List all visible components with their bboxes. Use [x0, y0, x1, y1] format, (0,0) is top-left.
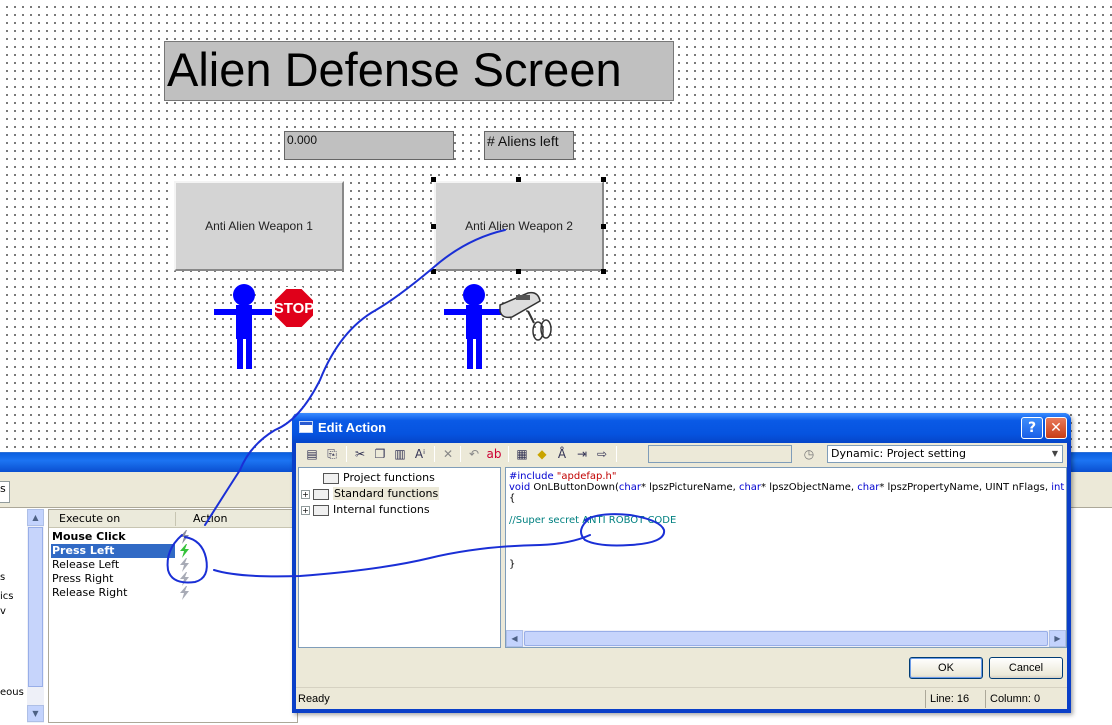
help-icon[interactable]: ?	[1021, 417, 1043, 439]
tag-icon[interactable]: ▦	[514, 446, 530, 462]
lightning-icon[interactable]	[177, 558, 193, 572]
graphics-canvas[interactable]: Alien Defense Screen 0.000 # Aliens left…	[0, 0, 1112, 452]
code-text[interactable]: #include "apdefap.h" void OnLButtonDown(…	[509, 471, 1066, 570]
tree-item[interactable]: s	[0, 572, 5, 583]
paste-icon[interactable]: ▥	[392, 446, 408, 462]
selection-handle[interactable]	[601, 177, 606, 182]
expand-icon[interactable]: +	[301, 489, 310, 499]
event-row-release-right[interactable]: Release Right	[51, 586, 175, 600]
scroll-right-icon[interactable]: ▶	[1049, 630, 1066, 647]
scroll-left-icon[interactable]: ◀	[506, 630, 523, 647]
goto-icon[interactable]: ⇥	[574, 446, 590, 462]
person-figure-1[interactable]: STOP	[212, 283, 322, 373]
function-tree[interactable]: Project functions + Standard functions + I…	[298, 467, 501, 648]
trigger-combo-value: Dynamic: Project setting	[831, 447, 966, 460]
horizontal-scrollbar[interactable]: ◀ ▶	[506, 630, 1066, 647]
column-execute-on[interactable]: Execute on	[59, 512, 120, 525]
folder-icon	[313, 504, 329, 516]
format-icon[interactable]: Aⁱ	[412, 446, 428, 462]
scroll-thumb[interactable]	[28, 527, 43, 687]
selection-handle[interactable]	[601, 224, 606, 229]
selection-handle[interactable]	[431, 269, 436, 274]
weapon1-button-label: Anti Alien Weapon 1	[205, 219, 313, 233]
cut-icon[interactable]: ✂	[352, 446, 368, 462]
close-icon[interactable]: ✕	[1045, 417, 1067, 439]
lightning-icon[interactable]	[177, 572, 193, 586]
weapon1-button[interactable]: Anti Alien Weapon 1	[174, 181, 344, 271]
property-icon[interactable]: Å	[554, 446, 570, 462]
delete-icon[interactable]: ✕	[440, 446, 456, 462]
value-io-field[interactable]: 0.000	[284, 131, 454, 160]
tree-node-internal-functions[interactable]: + Internal functions	[301, 502, 430, 517]
dialog-title: Edit Action	[318, 420, 387, 435]
event-list-header: Execute on Action	[49, 510, 297, 528]
selection-handle[interactable]	[431, 177, 436, 182]
stop-sign-icon: STOP	[273, 287, 315, 329]
compile-icon[interactable]: ▤	[304, 446, 320, 462]
tree-item[interactable]: v	[0, 606, 6, 617]
selection-handle[interactable]	[431, 224, 436, 229]
tree-item[interactable]: ics	[0, 591, 14, 602]
dialog-app-icon	[299, 421, 313, 433]
background-tab[interactable]: s	[0, 481, 10, 503]
lightning-icon[interactable]	[177, 544, 193, 558]
copy-icon[interactable]: ❐	[372, 446, 388, 462]
event-row-press-right[interactable]: Press Right	[51, 572, 175, 586]
scroll-up-icon[interactable]: ▲	[27, 509, 44, 526]
scroll-down-icon[interactable]: ▼	[27, 705, 44, 722]
event-row-press-left[interactable]: Press Left	[51, 544, 175, 558]
tree-item[interactable]: eous	[0, 687, 24, 698]
event-row-mouse-click[interactable]: Mouse Click	[51, 530, 175, 544]
tree-node-standard-functions[interactable]: + Standard functions	[301, 486, 440, 501]
weapon2-button[interactable]: Anti Alien Weapon 2	[434, 181, 604, 271]
selection-handle[interactable]	[516, 269, 521, 274]
status-text: Ready	[298, 693, 330, 705]
code-editor[interactable]: #include "apdefap.h" void OnLButtonDown(…	[505, 467, 1067, 648]
column-indicator: Column: 0	[990, 693, 1041, 705]
expand-icon[interactable]: +	[301, 505, 310, 515]
person-figure-2[interactable]	[442, 283, 562, 373]
mixer-icon	[499, 291, 552, 341]
line-indicator: Line: 16	[930, 693, 970, 705]
vertical-scrollbar[interactable]: ▲ ▼	[27, 509, 44, 723]
event-list-pane[interactable]: Execute on Action Mouse Click Press Left…	[48, 509, 298, 723]
undo-icon[interactable]: ↶	[466, 446, 482, 462]
stop-sign-label: STOP	[274, 300, 315, 317]
chevron-down-icon[interactable]: ▼	[1048, 446, 1062, 462]
dialog-body: ▤ ⎘ ✂ ❐ ▥ Aⁱ ✕ ↶ ab ▦ ◆ Å ⇥ ⇨ ◷ Dynamic:…	[296, 443, 1067, 709]
folder-icon	[323, 472, 339, 484]
object-icon[interactable]: ◆	[534, 446, 550, 462]
weapon2-button-label: Anti Alien Weapon 2	[465, 219, 573, 233]
trigger-combo[interactable]: Dynamic: Project setting ▼	[827, 445, 1063, 463]
status-bar: Ready Line: 16 Column: 0	[296, 687, 1067, 709]
event-row-release-left[interactable]: Release Left	[51, 558, 175, 572]
scroll-thumb[interactable]	[524, 631, 1048, 646]
folder-icon	[313, 488, 329, 500]
selection-handle[interactable]	[601, 269, 606, 274]
import-icon[interactable]: ⎘	[324, 446, 340, 462]
lightning-icon[interactable]	[177, 586, 193, 600]
selection-handle[interactable]	[516, 177, 521, 182]
page-title[interactable]: Alien Defense Screen	[164, 41, 674, 101]
edit-action-dialog[interactable]: Edit Action ? ✕ ▤ ⎘ ✂ ❐ ▥ Aⁱ ✕ ↶ ab ▦ ◆ …	[292, 413, 1071, 713]
dialog-titlebar[interactable]: Edit Action ? ✕	[292, 413, 1071, 443]
font-color-icon[interactable]: ab	[486, 446, 502, 462]
cancel-button[interactable]: Cancel	[989, 657, 1063, 679]
clock-icon[interactable]: ◷	[801, 446, 817, 462]
tree-node-project-functions[interactable]: Project functions	[311, 470, 435, 485]
aliens-left-label[interactable]: # Aliens left	[484, 131, 574, 160]
toolbar-input[interactable]	[648, 445, 792, 463]
run-icon[interactable]: ⇨	[594, 446, 610, 462]
ok-button[interactable]: OK	[909, 657, 983, 679]
lightning-icon[interactable]	[177, 530, 193, 544]
column-action[interactable]: Action	[193, 512, 227, 525]
dialog-toolbar: ▤ ⎘ ✂ ❐ ▥ Aⁱ ✕ ↶ ab ▦ ◆ Å ⇥ ⇨ ◷ Dynamic:…	[296, 443, 1067, 465]
